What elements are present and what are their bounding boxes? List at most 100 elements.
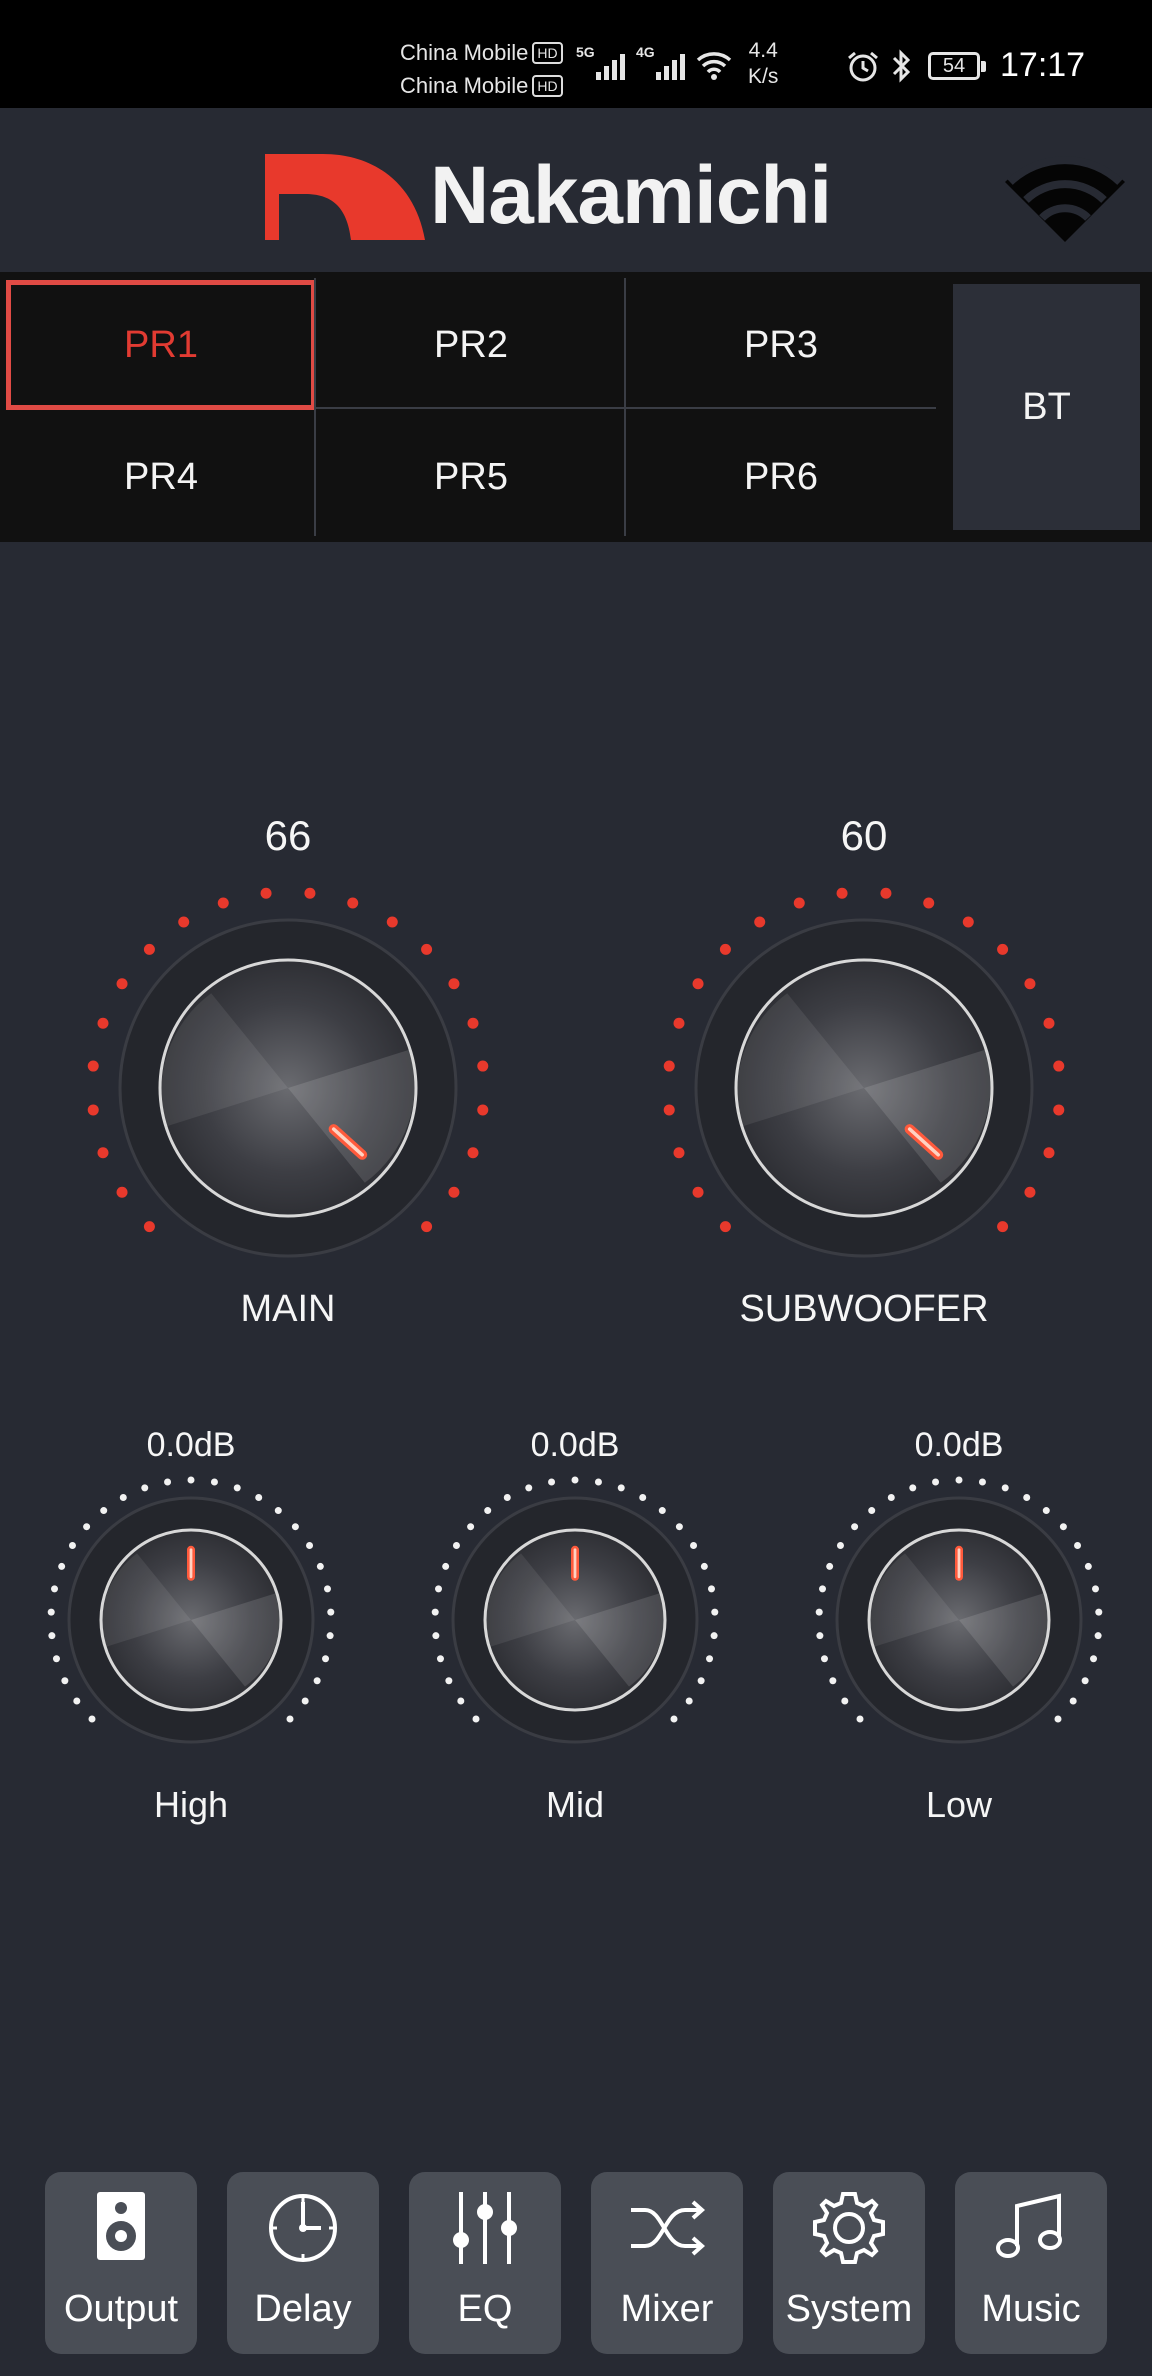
status-bar: China Mobile HD China Mobile HD 5G 4G 4.4 … [0, 0, 1152, 108]
level-dot [477, 1104, 489, 1116]
level-dot [436, 1655, 444, 1663]
level-dot [51, 1585, 59, 1593]
level-dot [87, 1104, 99, 1116]
level-dot [673, 1017, 685, 1029]
nav-music-button[interactable]: Music [955, 2172, 1107, 2354]
level-dot [690, 1542, 698, 1550]
preset-pr2[interactable]: PR2 [316, 280, 626, 410]
level-dot [322, 1655, 330, 1663]
level-dot [997, 1221, 1009, 1233]
level-dot [1024, 1186, 1036, 1198]
level-dot [923, 897, 935, 909]
level-dot [97, 1147, 109, 1159]
level-dot [347, 897, 359, 909]
nav-delay-button[interactable]: Delay [227, 2172, 379, 2354]
network-speed: 4.4 K/s [748, 38, 778, 90]
nav-output-button[interactable]: Output [45, 2172, 197, 2354]
main-volume-label: MAIN [240, 1288, 336, 1330]
level-dot [210, 1478, 218, 1486]
level-dot [841, 1697, 849, 1705]
preset-pr1[interactable]: PR1 [6, 280, 316, 410]
level-dot [829, 1677, 837, 1685]
level-dot [421, 943, 433, 955]
level-dot [1053, 1060, 1065, 1072]
level-dot [432, 1632, 440, 1640]
subwoofer-value: 60 [840, 812, 888, 859]
high-eq-label: High [153, 1784, 229, 1825]
subwoofer-knob[interactable] [644, 868, 1084, 1308]
level-dot [815, 1608, 823, 1616]
level-dot [274, 1507, 282, 1515]
wifi-connect-button[interactable] [1000, 144, 1130, 244]
level-dot [675, 1523, 683, 1531]
high-eq-knob-group: 0.0dB High [41, 1420, 341, 1830]
carrier-2: China Mobile [400, 73, 529, 98]
level-dot [291, 1523, 299, 1531]
level-dot [887, 1493, 895, 1501]
level-dot [819, 1585, 827, 1593]
main-volume-value: 66 [264, 812, 312, 859]
level-dot [997, 943, 1009, 955]
battery-icon: 54 [928, 52, 986, 80]
low-eq-knob[interactable] [809, 1470, 1109, 1770]
level-dot [851, 1523, 859, 1531]
subwoofer-label: SUBWOOFER [739, 1288, 989, 1330]
level-dot [1091, 1585, 1099, 1593]
high-eq-knob[interactable] [41, 1470, 341, 1770]
level-dot [836, 887, 848, 899]
level-dot [909, 1484, 917, 1492]
divider [316, 407, 936, 409]
alarm-icon [848, 51, 878, 82]
level-dot [594, 1478, 602, 1486]
nav-system-button[interactable]: System [773, 2172, 925, 2354]
level-dot [431, 1608, 439, 1616]
brand-logo: Nakamichi [265, 146, 855, 246]
level-dot [116, 978, 128, 990]
preset-pr3[interactable]: PR3 [626, 280, 936, 410]
level-dot [477, 1060, 489, 1072]
level-dot [326, 1632, 334, 1640]
hd-badge: HD [532, 42, 563, 64]
nav-system-label: System [785, 2288, 913, 2330]
level-dot [754, 916, 766, 928]
level-dot [61, 1677, 69, 1685]
level-dot [571, 1476, 579, 1484]
level-dot [1059, 1523, 1067, 1531]
level-dot [525, 1484, 533, 1492]
level-dot [452, 1542, 460, 1550]
level-dot [88, 1715, 96, 1723]
low-eq-value: 0.0dB [914, 1426, 1004, 1464]
level-dot [141, 1484, 149, 1492]
nav-delay-label: Delay [254, 2288, 352, 2330]
level-dot [719, 943, 731, 955]
level-dot [83, 1523, 91, 1531]
nav-eq-button[interactable]: EQ [409, 2172, 561, 2354]
level-dot [448, 1186, 460, 1198]
preset-pr6[interactable]: PR6 [626, 412, 936, 542]
level-dot [304, 887, 316, 899]
level-dot [1084, 1562, 1092, 1570]
preset-pr4[interactable]: PR4 [6, 412, 316, 542]
bt-source-button[interactable]: BT [953, 284, 1140, 530]
wifi-icon [1005, 156, 1125, 242]
level-dot [658, 1507, 666, 1515]
bluetooth-icon [892, 49, 911, 83]
level-dot [826, 1562, 834, 1570]
wifi-icon [696, 52, 732, 80]
level-dot [97, 1017, 109, 1029]
level-dot [719, 1221, 731, 1233]
preset-grid: PR1 PR2 PR3 PR4 PR5 PR6 BT [0, 272, 1152, 542]
level-dot [386, 916, 398, 928]
level-dot [1023, 1493, 1031, 1501]
level-dot [1094, 1632, 1102, 1640]
clock-icon [269, 2194, 337, 2262]
nav-mixer-button[interactable]: Mixer [591, 2172, 743, 2354]
level-dot [435, 1585, 443, 1593]
logo-text: Nakamichi [430, 150, 832, 241]
main-volume-knob[interactable] [68, 868, 508, 1308]
music-note-icon [996, 2193, 1062, 2258]
mid-eq-knob[interactable] [425, 1470, 725, 1770]
level-dot [663, 1104, 675, 1116]
level-dot [58, 1562, 66, 1570]
preset-pr5[interactable]: PR5 [316, 412, 626, 542]
